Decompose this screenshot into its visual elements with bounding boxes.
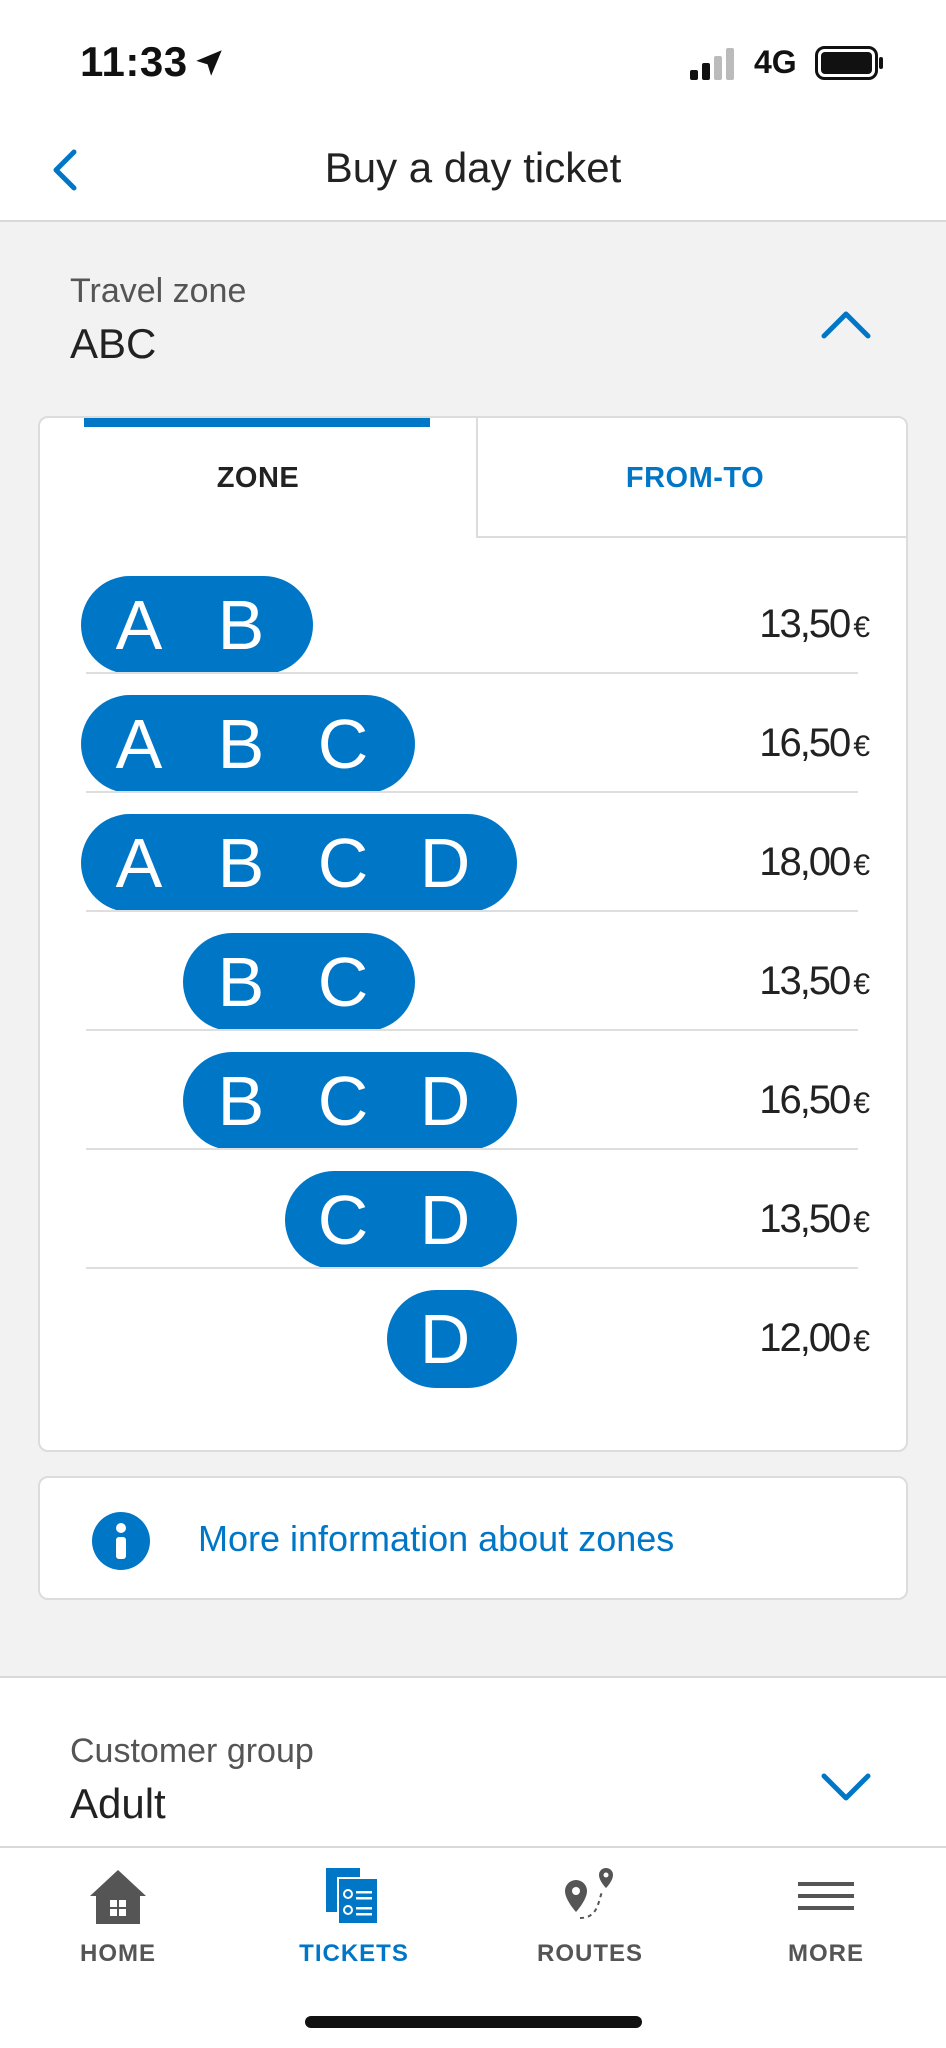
travel-zone-value: ABC bbox=[70, 320, 157, 367]
signal-icon bbox=[690, 48, 734, 80]
zone-price-value: 13,50 bbox=[759, 959, 851, 1003]
zone-price-currency: € bbox=[853, 968, 870, 1001]
tab-more[interactable]: MORE bbox=[708, 1848, 944, 1968]
zone-price-currency: € bbox=[853, 1325, 870, 1358]
zone-price: 13,50 € bbox=[759, 602, 870, 647]
tab-from-to[interactable]: FROM-TO bbox=[476, 418, 906, 538]
zone-pill: ABCD bbox=[81, 814, 517, 912]
navigation-bar: Buy a day ticket bbox=[0, 120, 946, 222]
row-divider bbox=[86, 791, 858, 793]
chevron-down-icon[interactable] bbox=[818, 1766, 874, 1810]
customer-group-label: Customer group bbox=[70, 1732, 314, 1770]
customer-group-value: Adult bbox=[70, 1780, 166, 1827]
zone-option-row[interactable]: A B C 16,50 € bbox=[81, 675, 870, 793]
zone-pill: AB bbox=[81, 576, 313, 674]
zone-letter: D bbox=[419, 1062, 471, 1140]
travel-zone-section: Travel zone ABC ZONE FROM-TO A B 13,50 € A B C… bbox=[0, 222, 946, 1676]
zone-letter: D bbox=[419, 1181, 471, 1259]
info-link-text: More information about zones bbox=[198, 1518, 675, 1559]
tab-home-label: HOME bbox=[80, 1940, 156, 1967]
zone-pill: BCD bbox=[183, 1052, 517, 1150]
tab-tickets-label: TICKETS bbox=[299, 1940, 409, 1967]
zone-option-row[interactable]: A B 13,50 € bbox=[81, 556, 870, 674]
zone-letter: D bbox=[419, 1300, 471, 1378]
routes-icon bbox=[565, 1868, 613, 1919]
tab-tickets[interactable]: TICKETS bbox=[236, 1848, 472, 1968]
page-title: Buy a day ticket bbox=[324, 144, 622, 191]
zone-letter: B bbox=[217, 586, 265, 664]
tab-from-to-label: FROM-TO bbox=[625, 462, 765, 494]
customer-group-section[interactable]: Customer group Adult bbox=[0, 1676, 946, 1846]
home-indicator bbox=[305, 2016, 642, 2028]
chevron-up-icon[interactable] bbox=[818, 302, 874, 346]
row-divider bbox=[86, 1148, 858, 1150]
zone-letter: A bbox=[115, 705, 163, 783]
tab-active-indicator bbox=[84, 418, 430, 427]
zone-price-value: 18,00 bbox=[759, 840, 851, 884]
zone-option-row[interactable]: A B C D 18,00 € bbox=[81, 794, 870, 912]
zone-letter: A bbox=[115, 586, 163, 664]
zone-price: 13,50 € bbox=[759, 1197, 870, 1242]
status-bar: 11:33 4G bbox=[0, 0, 946, 120]
zone-price-value: 13,50 bbox=[759, 1197, 851, 1241]
zone-price-currency: € bbox=[853, 1206, 870, 1239]
travel-zone-header[interactable]: Travel zone ABC bbox=[0, 222, 946, 402]
zone-letter: C bbox=[317, 1181, 369, 1259]
zone-letter: C bbox=[317, 824, 369, 902]
zone-price: 13,50 € bbox=[759, 959, 870, 1004]
zone-price-currency: € bbox=[853, 611, 870, 644]
row-divider bbox=[86, 910, 858, 912]
info-icon bbox=[92, 1512, 150, 1570]
zone-price: 18,00 € bbox=[759, 840, 870, 885]
zone-card: ZONE FROM-TO A B 13,50 € A B C 16,50 € A B C D 18,00 €… bbox=[38, 416, 908, 1452]
zone-option-row[interactable]: B C 13,50 € bbox=[86, 913, 870, 1031]
network-type: 4G bbox=[754, 44, 797, 80]
location-arrow-icon bbox=[196, 50, 222, 76]
zone-letter: C bbox=[317, 943, 369, 1021]
zone-pill: BC bbox=[183, 933, 415, 1031]
row-divider bbox=[86, 1029, 858, 1031]
zone-price-currency: € bbox=[853, 730, 870, 763]
zone-letter: C bbox=[317, 1062, 369, 1140]
tab-routes-label: ROUTES bbox=[536, 1940, 643, 1967]
status-time: 11:33 bbox=[80, 38, 188, 85]
zone-pill: D bbox=[387, 1290, 517, 1388]
zone-pill: ABC bbox=[81, 695, 415, 793]
zone-price: 12,00 € bbox=[759, 1316, 870, 1361]
tab-zone[interactable]: ZONE bbox=[40, 418, 476, 538]
zone-option-row[interactable]: C D 13,50 € bbox=[86, 1151, 870, 1269]
zone-letter: A bbox=[115, 824, 163, 902]
tickets-icon bbox=[326, 1868, 379, 1925]
zone-option-row[interactable]: D 12,00 € bbox=[86, 1270, 870, 1388]
zone-letter: B bbox=[217, 705, 265, 783]
row-divider bbox=[86, 1267, 858, 1269]
zone-price: 16,50 € bbox=[759, 1078, 870, 1123]
menu-icon bbox=[798, 1882, 854, 1910]
home-icon bbox=[90, 1870, 146, 1924]
zone-price-value: 12,00 bbox=[759, 1316, 851, 1360]
battery-icon bbox=[815, 46, 883, 80]
tab-zone-label: ZONE bbox=[216, 462, 300, 494]
zone-info-link[interactable]: More information about zones bbox=[38, 1476, 908, 1600]
zone-pill: CD bbox=[285, 1171, 517, 1269]
zone-letter: B bbox=[217, 1062, 265, 1140]
zone-price-currency: € bbox=[853, 849, 870, 882]
zone-letter: D bbox=[419, 824, 471, 902]
tab-home[interactable]: HOME bbox=[0, 1848, 236, 1968]
zone-option-row[interactable]: B C D 16,50 € bbox=[86, 1032, 870, 1150]
zone-letter: B bbox=[217, 824, 265, 902]
zone-price-value: 16,50 bbox=[759, 721, 851, 765]
zone-price-value: 13,50 bbox=[759, 602, 851, 646]
tab-routes[interactable]: ROUTES bbox=[472, 1848, 708, 1968]
zone-price-currency: € bbox=[853, 1087, 870, 1120]
zone-letter: B bbox=[217, 943, 265, 1021]
zone-price-value: 16,50 bbox=[759, 1078, 851, 1122]
zone-letter: C bbox=[317, 705, 369, 783]
zone-price: 16,50 € bbox=[759, 721, 870, 766]
tab-more-label: MORE bbox=[788, 1940, 864, 1967]
row-divider bbox=[86, 672, 858, 674]
travel-zone-label: Travel zone bbox=[70, 272, 247, 310]
